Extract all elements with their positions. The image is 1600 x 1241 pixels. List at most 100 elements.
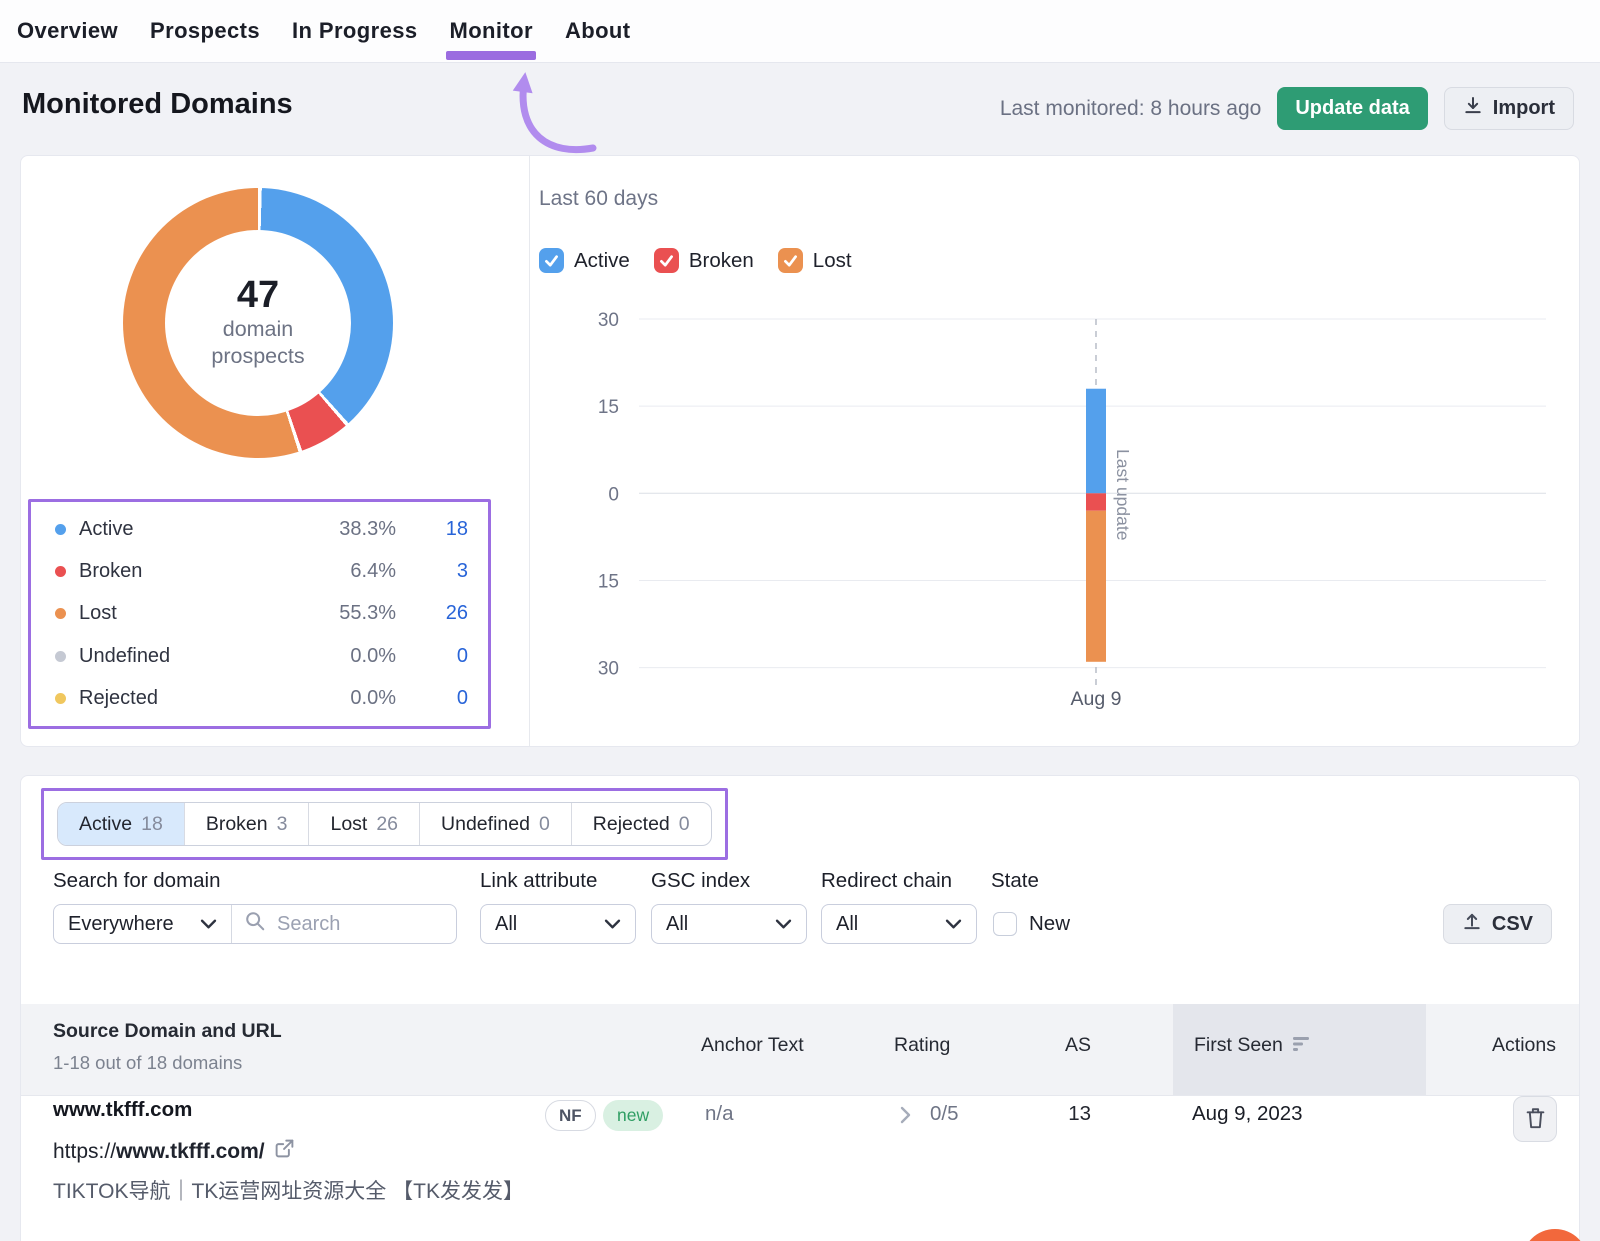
export-csv-button[interactable]: CSV: [1443, 904, 1552, 944]
trash-icon: [1525, 1106, 1546, 1133]
tab-count: 0: [539, 813, 550, 836]
legend-label: Broken: [79, 560, 286, 583]
row-page-title: TIKTOK导航｜TK运营网址资源大全 【TK发发发】: [53, 1175, 524, 1205]
col-actions: Actions: [1456, 1034, 1556, 1057]
tab-count: 3: [277, 813, 288, 836]
x-tick-label: Aug 9: [1071, 688, 1122, 710]
legend-percent: 0.0%: [286, 687, 396, 710]
legend-count-link[interactable]: 18: [396, 518, 468, 541]
row-rating: 0/5: [930, 1102, 959, 1126]
row-domain[interactable]: www.tkfff.com: [53, 1098, 192, 1122]
search-scope-value: Everywhere: [68, 913, 174, 936]
trend-filter-label: Active: [574, 249, 630, 273]
trend-filter-lost[interactable]: Lost: [778, 248, 852, 273]
nav-item-prospects[interactable]: Prospects: [150, 0, 260, 62]
table-row-count: 1-18 out of 18 domains: [53, 1052, 242, 1074]
primary-nav: Overview Prospects In Progress Monitor About: [0, 0, 1600, 63]
redirect-chain-label: Redirect chain: [821, 869, 952, 893]
search-scope-select[interactable]: Everywhere: [54, 905, 232, 943]
gsc-index-select[interactable]: All: [651, 904, 807, 944]
trend-filter-active[interactable]: Active: [539, 248, 630, 273]
nav-item-about[interactable]: About: [565, 0, 631, 62]
y-tick-label: 0: [608, 484, 619, 505]
nav-item-overview[interactable]: Overview: [17, 0, 118, 62]
trend-title: Last 60 days: [539, 187, 658, 211]
legend-count-link[interactable]: 0: [396, 687, 468, 710]
nav-item-monitor[interactable]: Monitor: [449, 0, 532, 62]
tab-lost[interactable]: Lost26: [308, 803, 419, 845]
trend-filter-broken[interactable]: Broken: [654, 248, 754, 273]
nav-item-in-progress[interactable]: In Progress: [292, 0, 417, 62]
col-rating[interactable]: Rating: [894, 1034, 950, 1057]
trend-bar-segment-active: [1086, 389, 1106, 494]
tab-broken[interactable]: Broken 3: [184, 803, 309, 845]
checkbox-unchecked-icon: [993, 912, 1017, 936]
tab-label: Broken: [206, 813, 268, 836]
trend-filter-label: Broken: [689, 249, 754, 273]
legend-row-rejected: Rejected0.0%0: [31, 687, 488, 710]
chevron-right-icon[interactable]: [899, 1105, 912, 1130]
redirect-chain-value: All: [836, 913, 858, 936]
tab-count: 0: [679, 813, 690, 836]
annotation-arrow-icon: [497, 64, 602, 156]
tab-undefined[interactable]: Undefined 0: [419, 803, 571, 845]
y-tick-label: 30: [598, 310, 619, 331]
legend-dot-icon: [55, 566, 66, 577]
state-new-checkbox[interactable]: New: [993, 904, 1070, 944]
y-tick-label: 30: [598, 659, 619, 680]
legend-dot-icon: [55, 693, 66, 704]
upload-icon: [1462, 911, 1482, 938]
tab-label: Undefined: [441, 813, 530, 836]
tab-rejected[interactable]: Rejected0: [571, 803, 711, 845]
delete-row-button[interactable]: [1513, 1096, 1557, 1142]
search-for-domain-label: Search for domain: [53, 869, 221, 893]
link-attribute-select[interactable]: All: [480, 904, 636, 944]
last-update-annotation: Last update: [1113, 449, 1133, 540]
import-label: Import: [1493, 97, 1555, 120]
y-tick-label: 15: [598, 397, 619, 418]
trend-filter-label: Lost: [813, 249, 852, 273]
col-anchor-text[interactable]: Anchor Text: [701, 1034, 804, 1057]
domain-search-control: Everywhere: [53, 904, 457, 944]
col-first-seen[interactable]: First Seen: [1194, 1034, 1311, 1058]
y-tick-label: 15: [598, 571, 619, 592]
external-link-icon: [274, 1138, 295, 1165]
col-as[interactable]: AS: [1041, 1034, 1091, 1057]
search-icon: [244, 910, 266, 938]
legend-count-link[interactable]: 26: [396, 602, 468, 625]
donut-center: 47 domain prospects: [165, 230, 351, 416]
dashboard-card: 47 domain prospects Active38.3%18Broken6…: [20, 155, 1580, 747]
status-tabs: Active18Broken3Lost26Undefined0Rejected0: [57, 802, 712, 846]
monitored-domains-page: Overview Prospects In Progress Monitor About…: [0, 0, 1600, 1241]
legend-count-link[interactable]: 3: [396, 560, 468, 583]
state-new-label: New: [1029, 912, 1070, 936]
tab-active[interactable]: Active18: [58, 803, 184, 845]
checkbox-checked-icon: [539, 248, 564, 273]
donut-total-value: 47: [237, 276, 279, 316]
row-url-link[interactable]: https://www.tkfff.com/: [53, 1138, 295, 1165]
tab-label: Active: [79, 813, 132, 836]
search-input[interactable]: [275, 912, 429, 937]
domain-prospects-donut-chart: 47 domain prospects: [123, 188, 393, 458]
import-button[interactable]: Import: [1444, 87, 1574, 130]
nofollow-badge: NF: [545, 1100, 596, 1131]
legend-row-undefined: Undefined0.0%0: [31, 645, 488, 668]
redirect-chain-select[interactable]: All: [821, 904, 977, 944]
legend-percent: 55.3%: [286, 602, 396, 625]
legend-row-lost: Lost55.3%26: [31, 602, 488, 625]
donut-center-label-1: domain: [223, 316, 294, 343]
trend-chart: 30 15 0 15 30 Last update Aug 9: [561, 301, 1566, 719]
legend-count-link[interactable]: 0: [396, 645, 468, 668]
csv-label: CSV: [1492, 913, 1533, 936]
page-title: Monitored Domains: [22, 88, 293, 121]
legend-label: Lost: [79, 602, 286, 625]
chevron-down-icon: [775, 918, 792, 930]
donut-legend-box: Active38.3%18Broken6.4%3Lost55.3%26Undef…: [28, 499, 491, 729]
header-actions: Last monitored: 8 hours ago Update data …: [1000, 87, 1574, 130]
url-prefix: https://: [53, 1140, 116, 1163]
update-data-button[interactable]: Update data: [1277, 87, 1427, 130]
gsc-index-label: GSC index: [651, 869, 750, 893]
row-authority-score: 13: [1041, 1102, 1091, 1126]
legend-label: Undefined: [79, 645, 286, 668]
link-attribute-label: Link attribute: [480, 869, 597, 893]
